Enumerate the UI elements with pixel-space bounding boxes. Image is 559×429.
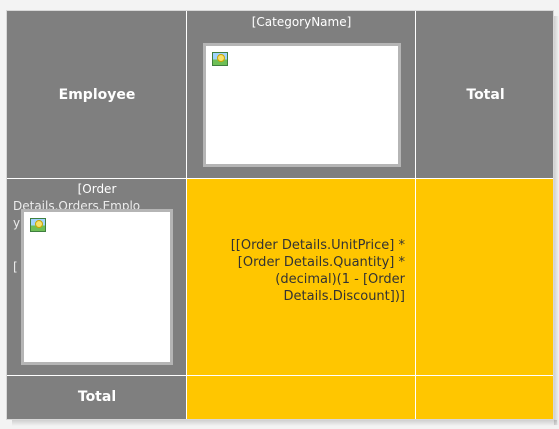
picture-icon: [212, 52, 228, 66]
row-employee-cell[interactable]: [Order Details.Orders.Emplo y [: [7, 179, 187, 376]
footer-category-total-cell[interactable]: [187, 376, 416, 419]
header-category-cell[interactable]: [CategoryName]: [187, 11, 416, 179]
header-total-cell[interactable]: Total: [416, 11, 553, 179]
data-total-cell[interactable]: [416, 179, 553, 376]
grid-shadow-bottom: [12, 420, 557, 426]
footer-grand-total-cell[interactable]: [416, 376, 553, 419]
data-expression-cell[interactable]: [[Order Details.UnitPrice] * [Order Deta…: [187, 179, 416, 376]
employee-label: Employee: [58, 87, 136, 103]
picture-icon: [30, 218, 46, 232]
order-placeholder-line2: y: [13, 216, 21, 230]
report-designer-canvas: Employee [CategoryName] Total [Order Det…: [0, 0, 559, 429]
grid-shadow-right: [554, 16, 559, 425]
crosstab-grid[interactable]: Employee [CategoryName] Total [Order Det…: [6, 10, 554, 420]
category-name-placeholder: [CategoryName]: [251, 15, 352, 29]
category-picture-box[interactable]: [203, 43, 401, 167]
expression-text: [[Order Details.UnitPrice] * [Order Deta…: [230, 238, 405, 304]
order-placeholder-line4: [: [13, 260, 18, 274]
header-total-label: Total: [466, 87, 505, 103]
order-placeholder-text: [Order: [77, 182, 117, 196]
footer-total-label-cell[interactable]: Total: [7, 376, 187, 419]
employee-picture-box[interactable]: [21, 209, 173, 365]
header-employee-cell[interactable]: Employee: [7, 11, 187, 179]
footer-total-label: Total: [77, 389, 117, 405]
